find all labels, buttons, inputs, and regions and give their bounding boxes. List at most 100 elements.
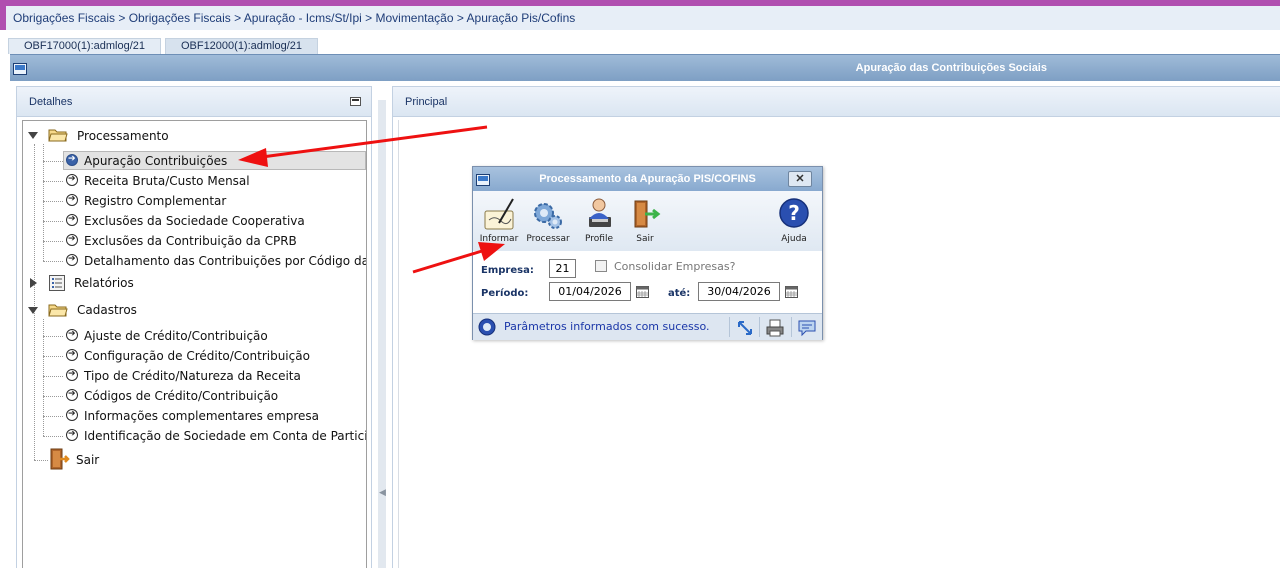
principal-panel-header: Principal — [393, 87, 1280, 117]
statusbar-separator — [729, 317, 730, 337]
informar-button[interactable]: Informar — [475, 195, 523, 249]
resize-arrows-icon[interactable] — [736, 319, 754, 337]
main-window-titlebar: Apuração das Contribuições Sociais — [10, 54, 1280, 81]
tree-item-configuracao-credito[interactable]: Configuração de Crédito/Contribuição — [84, 346, 310, 366]
tree-item-exclusoes-cooperativa[interactable]: Exclusões da Sociedade Cooperativa — [84, 211, 305, 231]
tree-item-exclusoes-cprb[interactable]: Exclusões da Contribuição da CPRB — [84, 231, 297, 251]
window-icon — [476, 174, 490, 186]
processar-gears-icon — [534, 203, 562, 229]
empresa-input[interactable]: 21 — [549, 259, 576, 278]
breadcrumb: Obrigações Fiscais > Obrigações Fiscais … — [6, 6, 1280, 30]
tree-item-receita-bruta[interactable]: Receita Bruta/Custo Mensal — [84, 171, 250, 191]
tree-connector — [43, 356, 63, 357]
tree-item-ajuste-credito[interactable]: Ajuste de Crédito/Contribuição — [84, 326, 268, 346]
tree-connector — [34, 144, 35, 460]
principal-panel-title: Principal — [405, 96, 448, 108]
arrow-circle-icon — [66, 231, 78, 247]
ajuda-button[interactable]: ? Ajuda — [770, 195, 818, 249]
report-list-icon — [49, 275, 65, 291]
arrow-circle-icon — [66, 251, 78, 267]
arrow-circle-icon — [66, 346, 78, 362]
tree-item-detalhamento[interactable]: Detalhamento das Contribuições por Códig… — [84, 251, 366, 271]
expand-arrow-icon[interactable] — [28, 132, 38, 139]
dialog-form: Empresa: 21 Consolidar Empresas? Período… — [473, 251, 822, 313]
informar-icon — [484, 198, 514, 230]
status-info-icon — [478, 318, 496, 336]
tree-node-relatorios[interactable]: Relatórios — [74, 273, 134, 293]
arrow-circle-icon — [66, 326, 78, 342]
statusbar-separator — [759, 317, 760, 337]
tree-connector — [43, 436, 63, 437]
details-panel-header: Detalhes — [17, 87, 371, 117]
open-folder-icon — [48, 304, 68, 317]
calendar-icon[interactable] — [636, 286, 649, 298]
tree-item-apuracao-contribuicoes[interactable]: Apuração Contribuições — [84, 151, 227, 171]
expand-arrow-icon[interactable] — [28, 307, 38, 314]
tree-item-informacoes-complementares[interactable]: Informações complementares empresa — [84, 406, 319, 426]
arrow-circle-icon — [66, 211, 78, 227]
window-icon — [13, 63, 27, 75]
collapse-arrow-icon[interactable] — [30, 278, 37, 288]
arrow-circle-icon — [66, 386, 78, 402]
tree-item-tipo-credito[interactable]: Tipo de Crédito/Natureza da Receita — [84, 366, 301, 386]
statusbar-separator — [791, 317, 792, 337]
consolidar-label: Consolidar Empresas? — [614, 260, 736, 273]
periodo-fim-input[interactable]: 30/04/2026 — [698, 282, 780, 301]
tab-obf12000[interactable]: OBF12000(1):admlog/21 — [165, 38, 318, 54]
tab-obf17000[interactable]: OBF17000(1):admlog/21 — [8, 38, 161, 54]
tree-connector — [43, 261, 63, 262]
ajuda-label: Ajuda — [781, 234, 807, 244]
profile-button[interactable]: Profile — [575, 195, 623, 249]
dialog-close-button[interactable]: ✕ — [788, 171, 812, 187]
tree-connector — [43, 376, 63, 377]
tree-connector — [34, 460, 48, 461]
tree-connector — [43, 181, 63, 182]
apuracao-dialog: Processamento da Apuração PIS/COFINS ✕ I… — [472, 166, 823, 340]
arrow-circle-icon — [66, 366, 78, 382]
tree-item-identificacao-sociedade[interactable]: Identificação de Sociedade em Conta de P… — [84, 426, 366, 446]
tree-item-codigos-credito[interactable]: Códigos de Crédito/Contribuição — [84, 386, 278, 406]
exit-door-icon — [50, 448, 70, 470]
profile-label: Profile — [585, 234, 613, 244]
tree-node-cadastros[interactable]: Cadastros — [77, 300, 137, 320]
dialog-toolbar: Informar Processar Profile Sair ? Ajuda — [473, 191, 822, 251]
arrow-circle-icon — [66, 191, 78, 207]
periodo-label: Período: — [481, 288, 529, 299]
calendar-icon[interactable] — [785, 286, 798, 298]
main-window-title: Apuração das Contribuições Sociais — [855, 62, 1047, 74]
processar-label: Processar — [526, 234, 570, 244]
status-message: Parâmetros informados com sucesso. — [504, 320, 710, 333]
dialog-title: Processamento da Apuração PIS/COFINS — [539, 173, 756, 185]
tree-node-processamento[interactable]: Processamento — [77, 126, 169, 146]
periodo-inicio-input[interactable]: 01/04/2026 — [549, 282, 631, 301]
minimize-panel-button[interactable] — [350, 97, 361, 106]
tree-item-registro-complementar[interactable]: Registro Complementar — [84, 191, 226, 211]
sair-button[interactable]: Sair — [621, 195, 669, 249]
dialog-statusbar: Parâmetros informados com sucesso. — [473, 313, 822, 340]
details-panel-title: Detalhes — [29, 96, 73, 108]
empresa-label: Empresa: — [481, 265, 534, 276]
tree-connector — [43, 221, 63, 222]
help-question-icon: ? — [779, 198, 809, 228]
message-balloon-icon[interactable] — [797, 319, 817, 337]
collapse-left-icon[interactable]: ◀ — [379, 488, 386, 498]
arrow-circle-icon — [66, 426, 78, 442]
dialog-titlebar[interactable]: Processamento da Apuração PIS/COFINS ✕ — [473, 167, 822, 191]
arrow-circle-icon — [66, 171, 78, 187]
exit-door-icon — [634, 200, 661, 228]
tree-connector — [43, 336, 63, 337]
tree-node-sair[interactable]: Sair — [76, 450, 99, 470]
profile-user-icon — [589, 198, 611, 227]
consolidar-checkbox[interactable] — [595, 260, 607, 272]
open-folder-icon — [48, 129, 68, 142]
processar-button[interactable]: Processar — [524, 195, 572, 249]
informar-label: Informar — [479, 234, 519, 244]
arrow-circle-icon — [66, 151, 78, 167]
sair-label: Sair — [636, 234, 654, 244]
ate-label: até: — [668, 288, 691, 299]
arrow-circle-icon — [66, 406, 78, 422]
printer-icon[interactable] — [765, 318, 785, 338]
tree-connector — [43, 416, 63, 417]
panel-splitter[interactable]: ◀ — [378, 100, 386, 568]
tree-connector — [43, 241, 63, 242]
